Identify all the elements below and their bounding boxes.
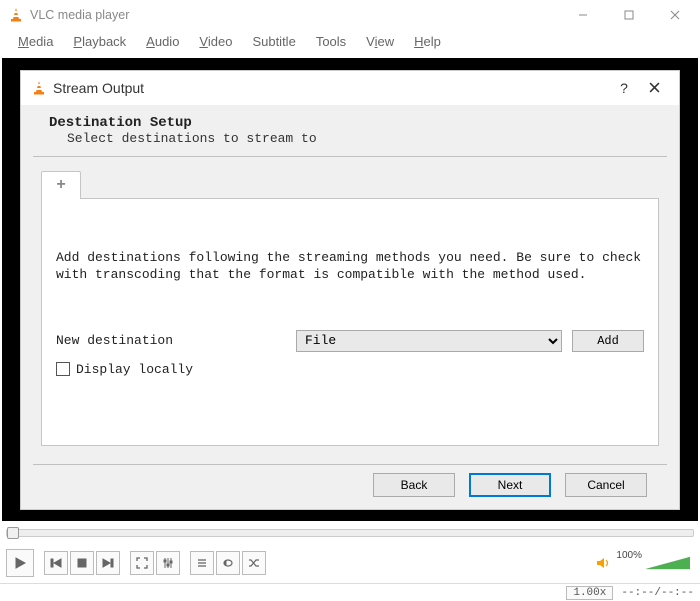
- status-bar: 1.00x --:--/--:--: [0, 583, 700, 601]
- playlist-button[interactable]: [190, 551, 214, 575]
- menu-tools[interactable]: Tools: [306, 32, 356, 51]
- menu-subtitle[interactable]: Subtitle: [242, 32, 305, 51]
- destination-select[interactable]: File: [296, 330, 562, 352]
- next-button[interactable]: Next: [469, 473, 551, 497]
- add-button[interactable]: Add: [572, 330, 644, 352]
- plus-icon: +: [56, 176, 65, 194]
- transport-controls: 100%: [6, 545, 694, 581]
- destination-panel: Add destinations following the streaming…: [41, 198, 659, 446]
- fullscreen-button[interactable]: [130, 551, 154, 575]
- previous-button[interactable]: [44, 551, 68, 575]
- add-tab-button[interactable]: +: [41, 171, 81, 199]
- maximize-button[interactable]: [606, 0, 652, 30]
- cancel-button[interactable]: Cancel: [565, 473, 647, 497]
- vlc-cone-icon: [8, 7, 24, 23]
- menu-audio[interactable]: Audio: [136, 32, 189, 51]
- extended-settings-button[interactable]: [156, 551, 180, 575]
- seek-thumb[interactable]: [7, 527, 19, 539]
- window-titlebar: VLC media player: [0, 0, 700, 30]
- dialog-help-button[interactable]: ?: [609, 80, 639, 96]
- seek-bar-row: [6, 525, 694, 541]
- loop-button[interactable]: [216, 551, 240, 575]
- stream-output-dialog: Stream Output ? Destination Setup Select…: [20, 70, 680, 510]
- next-button[interactable]: [96, 551, 120, 575]
- display-locally-checkbox[interactable]: [56, 362, 70, 376]
- window-title: VLC media player: [30, 8, 560, 22]
- menu-help[interactable]: Help: [404, 32, 451, 51]
- speaker-icon[interactable]: [596, 556, 612, 570]
- play-button[interactable]: [6, 549, 34, 577]
- dialog-heading: Destination Setup: [49, 115, 651, 131]
- panel-description: Add destinations following the streaming…: [56, 249, 644, 284]
- vlc-cone-icon: [31, 80, 47, 96]
- menu-playback[interactable]: Playback: [63, 32, 136, 51]
- volume-percent: 100%: [616, 550, 642, 561]
- volume-slider[interactable]: [646, 555, 690, 571]
- display-locally-label: Display locally: [76, 362, 193, 377]
- menu-bar: Media Playback Audio Video Subtitle Tool…: [0, 30, 700, 52]
- stop-button[interactable]: [70, 551, 94, 575]
- new-destination-label: New destination: [56, 333, 286, 348]
- dialog-close-button[interactable]: [639, 80, 669, 96]
- menu-view[interactable]: View: [356, 32, 404, 51]
- dialog-title: Stream Output: [53, 80, 609, 96]
- close-button[interactable]: [652, 0, 698, 30]
- dialog-subheading: Select destinations to stream to: [49, 131, 651, 146]
- minimize-button[interactable]: [560, 0, 606, 30]
- menu-video[interactable]: Video: [189, 32, 242, 51]
- seek-slider[interactable]: [6, 529, 694, 537]
- playback-speed[interactable]: 1.00x: [566, 586, 613, 600]
- back-button[interactable]: Back: [373, 473, 455, 497]
- menu-media[interactable]: Media: [8, 32, 63, 51]
- shuffle-button[interactable]: [242, 551, 266, 575]
- video-background: Stream Output ? Destination Setup Select…: [2, 58, 698, 521]
